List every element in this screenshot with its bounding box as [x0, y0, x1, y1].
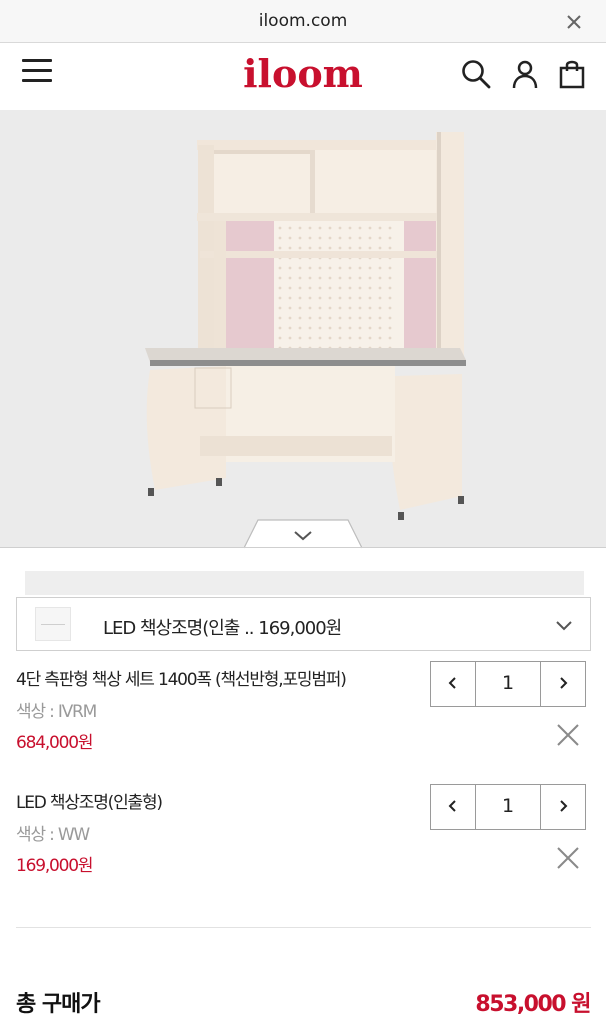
url-text[interactable]: iloom.com	[0, 11, 606, 31]
quantity-stepper: 1	[430, 661, 586, 707]
decrease-button[interactable]	[431, 785, 476, 829]
user-icon[interactable]	[509, 58, 541, 90]
collapse-panel-tab[interactable]	[244, 519, 362, 549]
quantity-value[interactable]: 1	[476, 795, 540, 817]
chevron-left-icon	[448, 800, 456, 812]
increase-button[interactable]	[540, 785, 585, 829]
chevron-down-icon[interactable]	[553, 614, 575, 636]
option-selected-label: LED 책상조명(인출 .. 169,000원	[103, 618, 342, 639]
chevron-left-icon	[448, 677, 456, 689]
browser-url-bar: iloom.com	[0, 0, 606, 43]
item-price: 169,000원	[16, 856, 94, 876]
product-image	[0, 110, 606, 548]
close-icon[interactable]	[563, 11, 585, 33]
chevron-right-icon	[560, 677, 568, 689]
option-thumbnail	[35, 607, 71, 641]
item-color: 색상 : WW	[16, 825, 90, 845]
item-name: 4단 측판형 책상 세트 1400폭 (책선반형,포밍범퍼)	[16, 670, 347, 690]
remove-item-icon[interactable]	[556, 723, 580, 747]
cart-item: LED 책상조명(인출형) 색상 : WW 169,000원 1	[0, 784, 606, 898]
divider	[16, 927, 591, 928]
option-select[interactable]: LED 책상조명(인출 .. 169,000원	[16, 597, 591, 651]
total-label: 총 구매가	[16, 992, 101, 1017]
search-icon[interactable]	[460, 58, 492, 90]
chevron-right-icon	[560, 800, 568, 812]
divider	[0, 547, 606, 548]
cart-item: 4단 측판형 책상 세트 1400폭 (책선반형,포밍범퍼) 색상 : IVRM…	[0, 661, 606, 775]
option-list-strip	[25, 571, 584, 595]
remove-item-icon[interactable]	[556, 846, 580, 870]
item-price: 684,000원	[16, 733, 94, 753]
site-header: iloom	[0, 43, 606, 109]
shopping-bag-icon[interactable]	[556, 58, 588, 90]
quantity-stepper: 1	[430, 784, 586, 830]
desk-illustration	[145, 132, 466, 520]
quantity-value[interactable]: 1	[476, 672, 540, 694]
total-price: 853,000 원	[475, 992, 591, 1017]
item-name: LED 책상조명(인출형)	[16, 793, 163, 813]
increase-button[interactable]	[540, 662, 585, 706]
item-color: 색상 : IVRM	[16, 702, 97, 722]
decrease-button[interactable]	[431, 662, 476, 706]
